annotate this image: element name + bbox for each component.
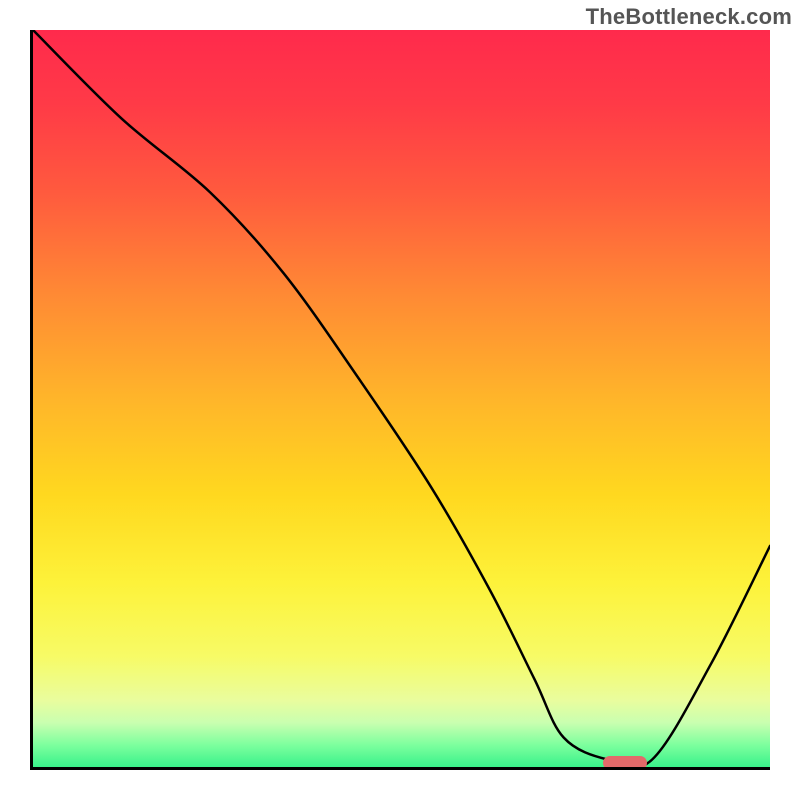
chart-stage: TheBottleneck.com [0,0,800,800]
bottleneck-curve [33,30,770,767]
optimal-marker [603,756,647,770]
watermark-text: TheBottleneck.com [586,4,792,30]
plot-area [30,30,770,770]
